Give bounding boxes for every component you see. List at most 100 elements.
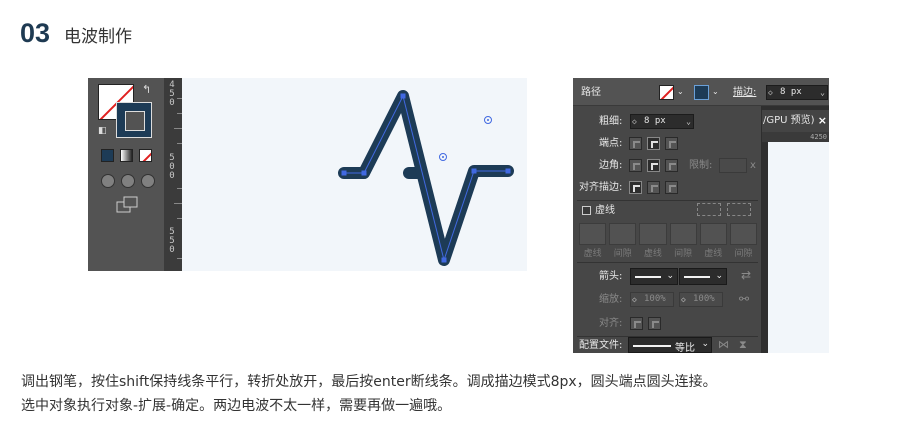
- control-bar: 路径 ⌄ ⌄ 描边: ◇ 8 px ⌄: [573, 78, 829, 106]
- stepper-icon[interactable]: ◇: [681, 293, 686, 306]
- tools-panel: ↰ ◧: [88, 78, 164, 271]
- stroke-swatch[interactable]: [116, 102, 152, 138]
- document-tab[interactable]: /GPU 预览) ×: [762, 110, 829, 132]
- stepper-icon[interactable]: ◇: [768, 86, 773, 99]
- corner-widget-dot: [442, 156, 444, 158]
- draw-normal-icon[interactable]: [101, 174, 115, 188]
- stroke-label[interactable]: 描边:: [733, 87, 756, 99]
- divider: [577, 262, 758, 263]
- wave-stroke: [338, 90, 514, 266]
- arrowhead-line: [635, 276, 661, 278]
- limit-field[interactable]: [719, 158, 747, 173]
- swap-arrowheads-icon[interactable]: ⇄: [741, 268, 751, 282]
- arrow-tip-at-end-icon[interactable]: [648, 317, 661, 330]
- corner-widget-dot: [487, 119, 489, 121]
- scale-label: 缩放:: [599, 294, 623, 305]
- arrowhead-line: [684, 276, 710, 278]
- gap-label: 间隙: [674, 249, 693, 259]
- butt-cap-icon[interactable]: [629, 137, 642, 150]
- dash-field[interactable]: [699, 223, 727, 245]
- profile-select[interactable]: 等比 ⌄: [628, 337, 712, 354]
- align-center-icon[interactable]: [629, 181, 642, 194]
- cap-label: 端点:: [599, 138, 623, 149]
- dashed-checkbox[interactable]: [582, 206, 591, 215]
- round-cap-icon[interactable]: [647, 137, 660, 150]
- chevron-down-icon[interactable]: ⌄: [820, 86, 825, 99]
- bevel-join-icon[interactable]: [665, 159, 678, 172]
- stroke-options-panel: 粗细: ◇ 8 px ⌄ 端点: 边角: 限制: x 对齐描边: 虚线 虚线 间…: [573, 106, 762, 354]
- fill-none-swatch[interactable]: [659, 85, 674, 100]
- profile-label: 配置文件:: [579, 340, 623, 351]
- round-join-icon[interactable]: [647, 159, 660, 172]
- anchor-point[interactable]: [505, 168, 511, 174]
- step-number: 03: [20, 18, 51, 48]
- chevron-down-icon: ⌄: [666, 271, 674, 281]
- start-scale-value: 100%: [644, 294, 666, 304]
- horizontal-ruler: 4250: [762, 132, 829, 142]
- end-arrowhead-select[interactable]: ⌄: [679, 268, 727, 285]
- stepper-icon[interactable]: ◇: [632, 115, 637, 128]
- swap-colors-icon[interactable]: ↰: [142, 84, 151, 95]
- stroke-weight-field[interactable]: ◇ 8 px ⌄: [766, 85, 828, 100]
- miter-join-icon[interactable]: [629, 159, 642, 172]
- arrow-tip-beyond-icon[interactable]: [630, 317, 643, 330]
- draw-behind-icon[interactable]: [121, 174, 135, 188]
- start-arrowhead-select[interactable]: ⌄: [630, 268, 678, 285]
- document-tab-label: /GPU 预览): [763, 115, 815, 126]
- dash-label: 虚线: [583, 249, 602, 259]
- caption-line-2: 选中对象执行对象-扩展-确定。两边电波不太一样，需要再做一遍哦。: [21, 398, 452, 414]
- dash-preserve-icon[interactable]: [697, 203, 721, 216]
- caption-line-1: 调出钢笔，按住shift保持线条平行，转折处放开，最后按enter断线条。调成描…: [21, 374, 717, 390]
- limit-label: 限制:: [689, 160, 713, 171]
- ruler-label-550: 550: [167, 227, 177, 257]
- dash-field[interactable]: [639, 223, 667, 245]
- stepper-icon[interactable]: ◇: [632, 293, 637, 306]
- artboard[interactable]: [182, 78, 580, 271]
- weight-field[interactable]: ◇ 8 px ⌄: [630, 114, 694, 129]
- gap-field[interactable]: [609, 223, 637, 245]
- dash-field[interactable]: [579, 223, 607, 245]
- limit-unit: x: [750, 160, 756, 171]
- flip-horizontal-icon[interactable]: ⋈: [718, 338, 729, 351]
- flip-vertical-icon[interactable]: ⧗: [739, 338, 747, 352]
- end-scale-field[interactable]: ◇ 100%: [679, 292, 723, 307]
- anchor-point[interactable]: [341, 170, 347, 176]
- gap-field[interactable]: [729, 223, 758, 245]
- chevron-down-icon[interactable]: ⌄: [712, 86, 719, 98]
- dash-label: 虚线: [704, 249, 723, 259]
- corner-label: 边角:: [599, 160, 623, 171]
- anchor-point[interactable]: [361, 170, 367, 176]
- chevron-down-icon[interactable]: ⌄: [686, 115, 691, 128]
- stroke-color-swatch[interactable]: [694, 85, 709, 100]
- document-canvas[interactable]: [768, 142, 829, 353]
- gradient-mode-button[interactable]: [120, 149, 133, 162]
- profile-line: [633, 345, 671, 347]
- dash-label: 虚线: [643, 249, 662, 259]
- divider: [577, 200, 758, 201]
- stroke-panel-screenshot: 路径 ⌄ ⌄ 描边: ◇ 8 px ⌄ 粗细: ◇ 8 px ⌄ 端点: 边角:…: [573, 78, 829, 354]
- profile-value: 等比: [675, 343, 695, 354]
- ruler-label: 4250: [810, 133, 827, 141]
- link-scale-icon[interactable]: ⚯: [739, 292, 749, 306]
- default-colors-icon[interactable]: ◧: [98, 126, 107, 137]
- color-mode-button[interactable]: [101, 149, 114, 162]
- close-icon[interactable]: ×: [818, 110, 827, 132]
- ruler-tick: [174, 203, 182, 204]
- align-inside-icon[interactable]: [647, 181, 660, 194]
- align-outside-icon[interactable]: [665, 181, 678, 194]
- none-mode-button[interactable]: [139, 149, 152, 162]
- ruler-label-text: 500: [167, 153, 177, 180]
- anchor-point[interactable]: [441, 257, 447, 263]
- none-slash-icon: [660, 86, 673, 99]
- screen-mode-icon[interactable]: [116, 196, 140, 214]
- gap-field[interactable]: [669, 223, 697, 245]
- anchor-point[interactable]: [471, 168, 477, 174]
- illustrator-canvas-screenshot: ↰ ◧ 450 500 550: [88, 78, 580, 271]
- anchor-point[interactable]: [400, 93, 406, 99]
- start-scale-field[interactable]: ◇ 100%: [630, 292, 674, 307]
- align-stroke-label: 对齐描边:: [579, 182, 623, 193]
- dash-align-icon[interactable]: [727, 203, 751, 216]
- square-cap-icon[interactable]: [665, 137, 678, 150]
- chevron-down-icon[interactable]: ⌄: [677, 86, 684, 98]
- draw-inside-icon[interactable]: [141, 174, 155, 188]
